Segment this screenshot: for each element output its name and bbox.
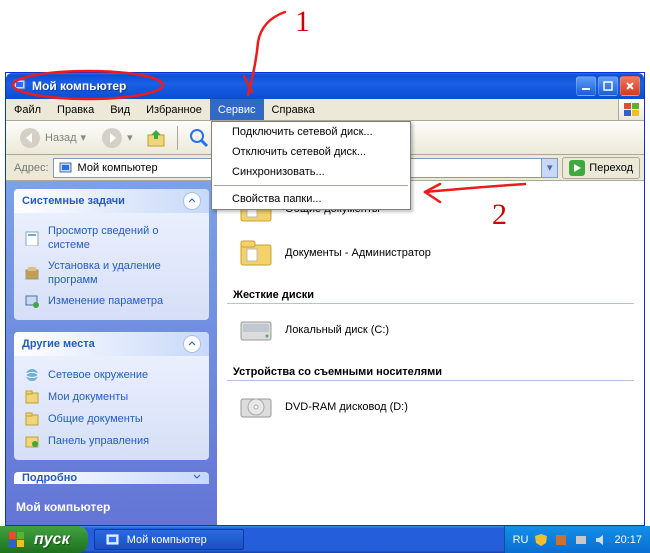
address-dropdown[interactable]: ▾ <box>542 158 558 178</box>
shield-icon <box>534 533 548 547</box>
task-add-remove[interactable]: Установка и удаление программ <box>24 256 199 291</box>
service-dropdown: Подключить сетевой диск... Отключить сет… <box>211 121 411 210</box>
annotation-number-1: 1 <box>295 5 310 39</box>
titlebar[interactable]: Мой компьютер <box>6 73 644 99</box>
menu-edit[interactable]: Правка <box>49 99 102 120</box>
place-control-panel[interactable]: Панель управления <box>24 430 199 452</box>
computer-icon <box>12 77 28 96</box>
search-button[interactable] <box>184 123 214 153</box>
folder-admin-docs[interactable]: Документы - Администратор <box>221 231 640 275</box>
chevron-down-icon: ▾ <box>127 131 133 144</box>
windows-flag-icon <box>618 99 644 120</box>
group-removable: Устройства со съемными носителями <box>227 356 634 381</box>
menu-help[interactable]: Справка <box>264 99 323 120</box>
tray-icon <box>554 533 568 547</box>
collapse-icon <box>183 335 201 353</box>
computer-icon <box>105 532 121 548</box>
go-button[interactable]: Переход <box>562 157 640 179</box>
task-system-info[interactable]: Просмотр сведений о системе <box>24 221 199 256</box>
hdd-icon <box>239 314 275 346</box>
dropdown-folder-options[interactable]: Свойства папки... <box>212 189 410 209</box>
menubar: Файл Правка Вид Избранное Сервис Справка… <box>6 99 644 121</box>
dropdown-map-drive[interactable]: Подключить сетевой диск... <box>212 122 410 142</box>
drive-d[interactable]: DVD-RAM дисковод (D:) <box>221 385 640 429</box>
system-tray[interactable]: RU 20:17 <box>504 526 650 553</box>
system-tasks-header[interactable]: Системные задачи <box>14 189 209 213</box>
menu-view[interactable]: Вид <box>102 99 138 120</box>
menu-favorites[interactable]: Избранное <box>138 99 210 120</box>
forward-button[interactable]: ▾ <box>97 123 137 153</box>
maximize-button[interactable] <box>598 76 618 96</box>
sidebar-footer-title: Мой компьютер <box>14 496 209 518</box>
details-header[interactable]: Подробно <box>14 472 209 484</box>
lang-indicator[interactable]: RU <box>513 534 529 546</box>
up-button[interactable] <box>141 123 171 153</box>
place-shared-docs[interactable]: Общие документы <box>24 408 199 430</box>
menu-service[interactable]: Сервис <box>210 99 264 120</box>
system-tasks-panel: Системные задачи Просмотр сведений о сис… <box>14 189 209 320</box>
expand-icon <box>193 472 201 484</box>
taskbar: пуск Мой компьютер RU 20:17 <box>0 526 650 553</box>
explorer-window: Мой компьютер Файл Правка Вид Избранное … <box>5 72 645 526</box>
chevron-down-icon: ▾ <box>81 131 87 144</box>
group-hdd: Жесткие диски <box>227 279 634 304</box>
place-network[interactable]: Сетевое окружение <box>24 364 199 386</box>
menu-file[interactable]: Файл <box>6 99 49 120</box>
address-label: Адрес: <box>10 162 53 174</box>
task-change-setting[interactable]: Изменение параметра <box>24 290 199 312</box>
window-title: Мой компьютер <box>28 79 576 93</box>
other-places-panel: Другие места Сетевое окружение Мои докум… <box>14 332 209 460</box>
sidebar: Системные задачи Просмотр сведений о сис… <box>6 181 217 525</box>
volume-icon <box>594 533 608 547</box>
other-places-header[interactable]: Другие места <box>14 332 209 356</box>
taskbar-item-explorer[interactable]: Мой компьютер <box>94 529 244 550</box>
dropdown-unmap-drive[interactable]: Отключить сетевой диск... <box>212 142 410 162</box>
tray-icon <box>574 533 588 547</box>
collapse-icon <box>183 192 201 210</box>
computer-icon <box>58 160 74 176</box>
close-button[interactable] <box>620 76 640 96</box>
windows-flag-icon <box>8 531 26 549</box>
main-content: Общие документы Документы - Администрато… <box>217 181 644 525</box>
start-button[interactable]: пуск <box>0 526 88 553</box>
place-my-docs[interactable]: Мои документы <box>24 386 199 408</box>
dropdown-separator <box>214 185 408 186</box>
clock[interactable]: 20:17 <box>614 534 642 546</box>
drive-c[interactable]: Локальный диск (C:) <box>221 308 640 352</box>
back-button[interactable]: Назад ▾ <box>12 123 93 153</box>
minimize-button[interactable] <box>576 76 596 96</box>
dropdown-sync[interactable]: Синхронизовать... <box>212 162 410 182</box>
dvd-icon <box>239 391 275 423</box>
folder-icon <box>239 237 275 269</box>
